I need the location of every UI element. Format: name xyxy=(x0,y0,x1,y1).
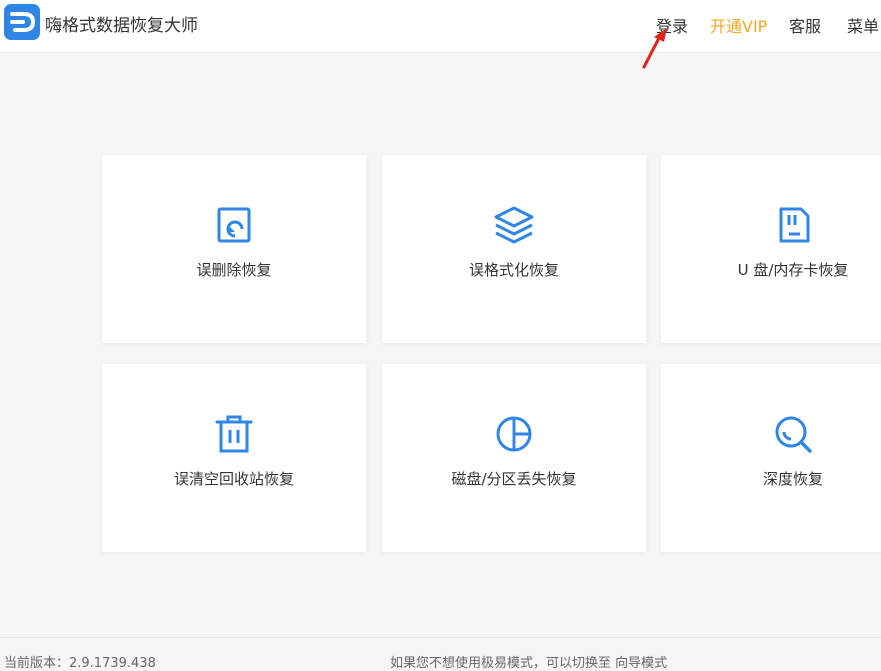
vip-link[interactable]: 开通VIP xyxy=(710,13,767,37)
app-title: 嗨格式数据恢复大师 xyxy=(45,16,198,36)
card-label: 误清空回收站恢复 xyxy=(173,470,294,488)
card-deep-recovery[interactable]: 深度恢复 xyxy=(661,364,881,552)
card-format-recovery[interactable]: 误格式化恢复 xyxy=(382,155,646,343)
search-icon xyxy=(775,416,812,453)
card-label: 误格式化恢复 xyxy=(468,261,559,279)
trash-icon xyxy=(215,415,253,453)
footer-divider xyxy=(0,637,881,638)
card-partition-recovery[interactable]: 磁盘/分区丢失恢复 xyxy=(382,364,646,552)
app-logo-icon xyxy=(4,4,40,40)
menu-link[interactable]: 菜单 xyxy=(847,13,879,37)
card-label: 深度恢复 xyxy=(762,470,823,488)
title-bar: 嗨格式数据恢复大师 登录 开通VIP 客服 菜单 xyxy=(0,0,881,53)
annotation-arrow-icon xyxy=(642,28,667,69)
customer-service-link[interactable]: 客服 xyxy=(789,13,821,37)
pie-chart-icon xyxy=(496,416,532,452)
card-label: 磁盘/分区丢失恢复 xyxy=(451,470,577,488)
card-label: U 盘/内存卡恢复 xyxy=(737,261,849,279)
card-delete-recovery[interactable]: 误删除恢复 xyxy=(102,155,366,343)
card-recycle-bin-recovery[interactable]: 误清空回收站恢复 xyxy=(102,364,366,552)
layers-icon xyxy=(494,206,534,244)
mode-switch-hint[interactable]: 如果您不想使用极易模式，可以切换至 向导模式 xyxy=(390,652,667,671)
file-restore-icon xyxy=(217,207,251,243)
sd-card-icon xyxy=(779,207,810,243)
card-label: 误删除恢复 xyxy=(196,261,272,279)
version-text: 当前版本：2.9.1739.438 xyxy=(4,656,156,671)
card-usb-sd-recovery[interactable]: U 盘/内存卡恢复 xyxy=(661,155,881,343)
